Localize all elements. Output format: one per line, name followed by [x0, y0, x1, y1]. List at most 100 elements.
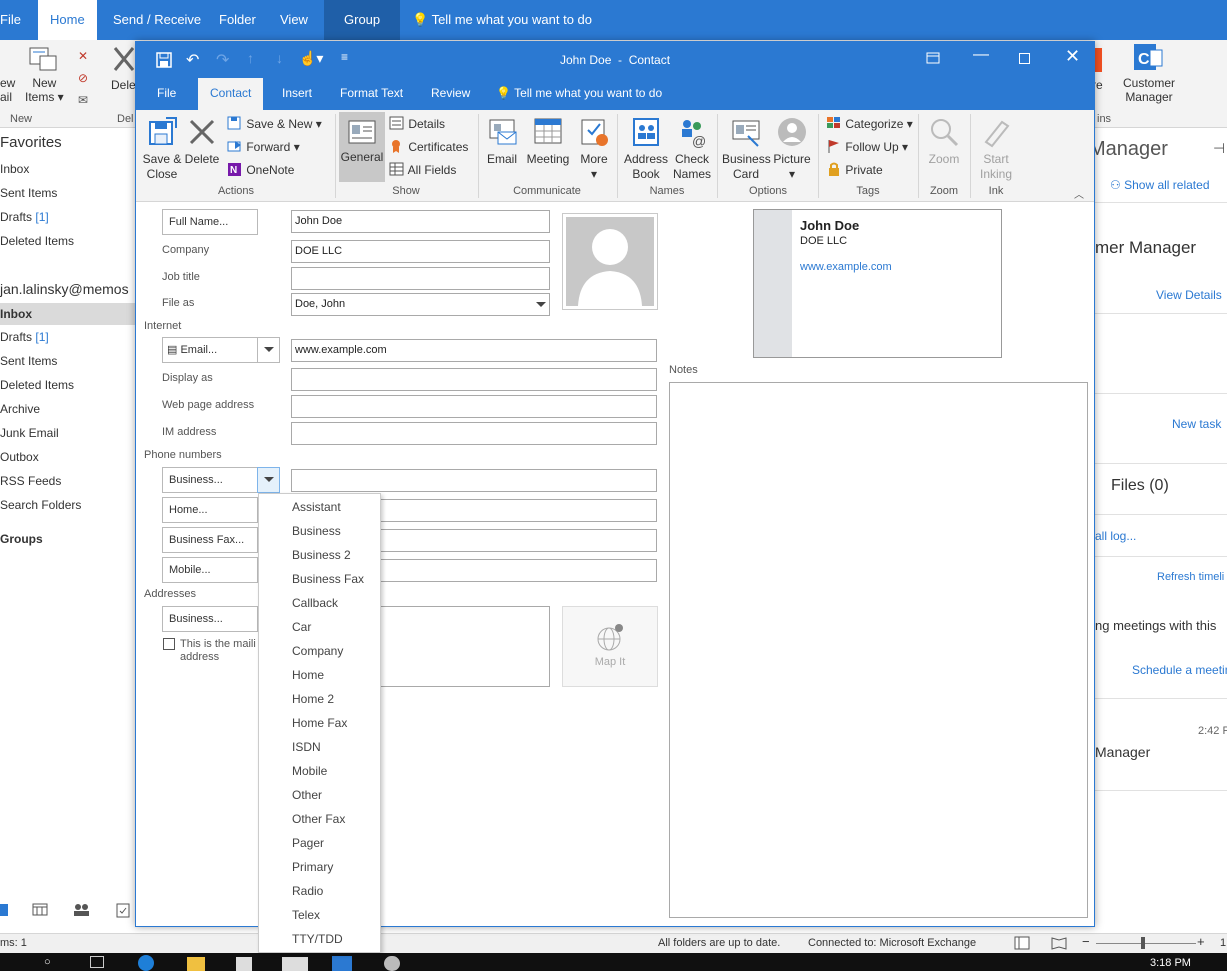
- full-name-field[interactable]: John Doe: [291, 210, 550, 233]
- phone-type-dropdown[interactable]: [257, 467, 280, 493]
- new-task-link[interactable]: New task: [1172, 417, 1221, 431]
- people-nav-icon[interactable]: [72, 902, 90, 919]
- menu-item-company[interactable]: Company: [292, 644, 343, 658]
- follow-up-button[interactable]: Follow Up ▾: [826, 139, 908, 157]
- edge-icon[interactable]: [138, 955, 154, 971]
- mail-nav-icon[interactable]: [0, 904, 8, 916]
- notes-field[interactable]: [669, 382, 1088, 918]
- folder-deleted-fav[interactable]: Deleted Items: [0, 234, 74, 248]
- phone-mobile-button[interactable]: Mobile...: [162, 557, 258, 583]
- menu-item-business[interactable]: Business: [292, 524, 341, 538]
- calendar-nav-icon[interactable]: [32, 902, 48, 919]
- menu-item-assistant[interactable]: Assistant: [292, 500, 341, 514]
- menu-item-pager[interactable]: Pager: [292, 836, 324, 850]
- menu-item-primary[interactable]: Primary: [292, 860, 333, 874]
- refresh-timeline-link[interactable]: Refresh timeli: [1157, 571, 1224, 583]
- company-field[interactable]: DOE LLC: [291, 240, 550, 263]
- save-close-button[interactable]: Save & Close: [140, 116, 184, 182]
- previous-item-icon[interactable]: ↑: [247, 50, 254, 66]
- menu-item-other[interactable]: Other: [292, 788, 322, 802]
- collapse-ribbon-icon[interactable]: ︿: [1074, 186, 1084, 201]
- phone-business-fax-button[interactable]: Business Fax...: [162, 527, 258, 553]
- map-it-button[interactable]: Map It: [562, 606, 658, 687]
- touch-mode-icon[interactable]: ☝▾: [299, 50, 323, 67]
- groups-header[interactable]: Groups: [0, 532, 43, 546]
- menu-item-home-2[interactable]: Home 2: [292, 692, 334, 706]
- save-new-button[interactable]: Save & New ▾: [227, 116, 322, 134]
- maximize-icon[interactable]: [1019, 53, 1030, 64]
- tell-me-bg[interactable]: 💡 Tell me what you want to do: [412, 0, 592, 40]
- folder-rss[interactable]: RSS Feeds: [0, 474, 61, 488]
- address-business-button[interactable]: Business...: [162, 606, 258, 632]
- menu-item-home[interactable]: Home: [292, 668, 324, 682]
- check-names-button[interactable]: @ Check Names: [672, 116, 712, 182]
- tab-insert[interactable]: Insert: [282, 78, 312, 110]
- zoom-out-button[interactable]: −: [1082, 934, 1090, 949]
- mailing-address-checkbox[interactable]: [163, 638, 175, 650]
- account-header[interactable]: jan.lalinsky@memos: [0, 281, 129, 297]
- folder-sent-fav[interactable]: Sent Items: [0, 186, 57, 200]
- folder-search[interactable]: Search Folders: [0, 498, 81, 512]
- menu-item-home-fax[interactable]: Home Fax: [292, 716, 347, 730]
- normal-view-icon[interactable]: [1014, 936, 1030, 953]
- app-icon[interactable]: [384, 956, 400, 971]
- meeting-button[interactable]: Meeting: [522, 116, 574, 167]
- tab-review[interactable]: Review: [431, 78, 470, 110]
- tab-file[interactable]: File: [0, 0, 21, 40]
- reading-view-icon[interactable]: [1051, 936, 1067, 953]
- menu-item-business-2[interactable]: Business 2: [292, 548, 351, 562]
- folder-drafts-fav[interactable]: Drafts [1]: [0, 210, 49, 224]
- certificates-button[interactable]: Certificates: [389, 139, 468, 157]
- menu-item-radio[interactable]: Radio: [292, 884, 323, 898]
- onenote-button[interactable]: N OneNote: [227, 162, 294, 180]
- new-email-partial[interactable]: ew ail: [0, 76, 15, 104]
- tab-file[interactable]: File: [157, 78, 176, 110]
- mail-icon[interactable]: [282, 957, 308, 971]
- picture-button[interactable]: Picture ▾: [772, 116, 812, 182]
- business-card-preview[interactable]: John Doe DOE LLC www.example.com: [753, 209, 1002, 358]
- tab-home[interactable]: Home: [38, 0, 97, 40]
- menu-item-business-fax[interactable]: Business Fax: [292, 572, 364, 586]
- tab-folder[interactable]: Folder: [219, 0, 256, 40]
- folder-inbox[interactable]: Inbox: [0, 303, 136, 325]
- zoom-slider[interactable]: [1096, 943, 1196, 944]
- new-items-button[interactable]: New Items ▾: [25, 76, 64, 104]
- file-as-select[interactable]: Doe, John: [291, 293, 550, 316]
- email-type-dropdown[interactable]: [257, 337, 280, 363]
- all-fields-button[interactable]: All Fields: [389, 162, 456, 180]
- search-icon[interactable]: ○: [44, 956, 51, 968]
- redo-icon[interactable]: ↷: [216, 50, 229, 70]
- schedule-meeting-link[interactable]: Schedule a meetin: [1132, 663, 1227, 677]
- tell-me-search[interactable]: 💡 Tell me what you want to do: [496, 78, 662, 110]
- ignore-icon[interactable]: ✕ ⊘ ✉: [76, 46, 94, 109]
- full-name-button[interactable]: Full Name...: [162, 209, 258, 235]
- start-inking-button[interactable]: Start Inking: [974, 116, 1018, 182]
- view-details-link[interactable]: View Details: [1156, 288, 1222, 302]
- folder-drafts[interactable]: Drafts [1]: [0, 330, 49, 344]
- minimize-icon[interactable]: —: [973, 46, 989, 64]
- store-icon[interactable]: [236, 957, 252, 971]
- customize-qat-icon[interactable]: ≡: [341, 50, 348, 64]
- address-book-button[interactable]: Address Book: [622, 116, 670, 182]
- folder-deleted[interactable]: Deleted Items: [0, 378, 74, 392]
- tab-group[interactable]: Group: [324, 0, 401, 40]
- menu-item-other-fax[interactable]: Other Fax: [292, 812, 345, 826]
- menu-item-tty-tdd[interactable]: TTY/TDD: [292, 932, 343, 946]
- menu-item-callback[interactable]: Callback: [292, 596, 338, 610]
- tab-view[interactable]: View: [280, 0, 308, 40]
- save-icon[interactable]: [156, 52, 172, 71]
- email-type-button[interactable]: ▤ Email...: [162, 337, 258, 363]
- email-field[interactable]: www.example.com: [291, 339, 657, 362]
- favorites-header[interactable]: Favorites: [0, 134, 62, 151]
- customer-manager-button[interactable]: Customer Manager: [1118, 76, 1180, 104]
- tab-send-receive[interactable]: Send / Receive: [113, 0, 201, 40]
- folder-junk[interactable]: Junk Email: [0, 426, 59, 440]
- show-all-related[interactable]: ⚇ Show all related: [1110, 178, 1210, 192]
- web-page-field[interactable]: [291, 395, 657, 418]
- details-button[interactable]: Details: [389, 116, 445, 134]
- task-view-icon[interactable]: [90, 956, 104, 968]
- ribbon-display-icon[interactable]: [926, 52, 940, 67]
- pin-icon[interactable]: ⊣: [1213, 140, 1225, 157]
- general-button[interactable]: General: [339, 112, 385, 182]
- categorize-button[interactable]: Categorize ▾: [826, 116, 913, 134]
